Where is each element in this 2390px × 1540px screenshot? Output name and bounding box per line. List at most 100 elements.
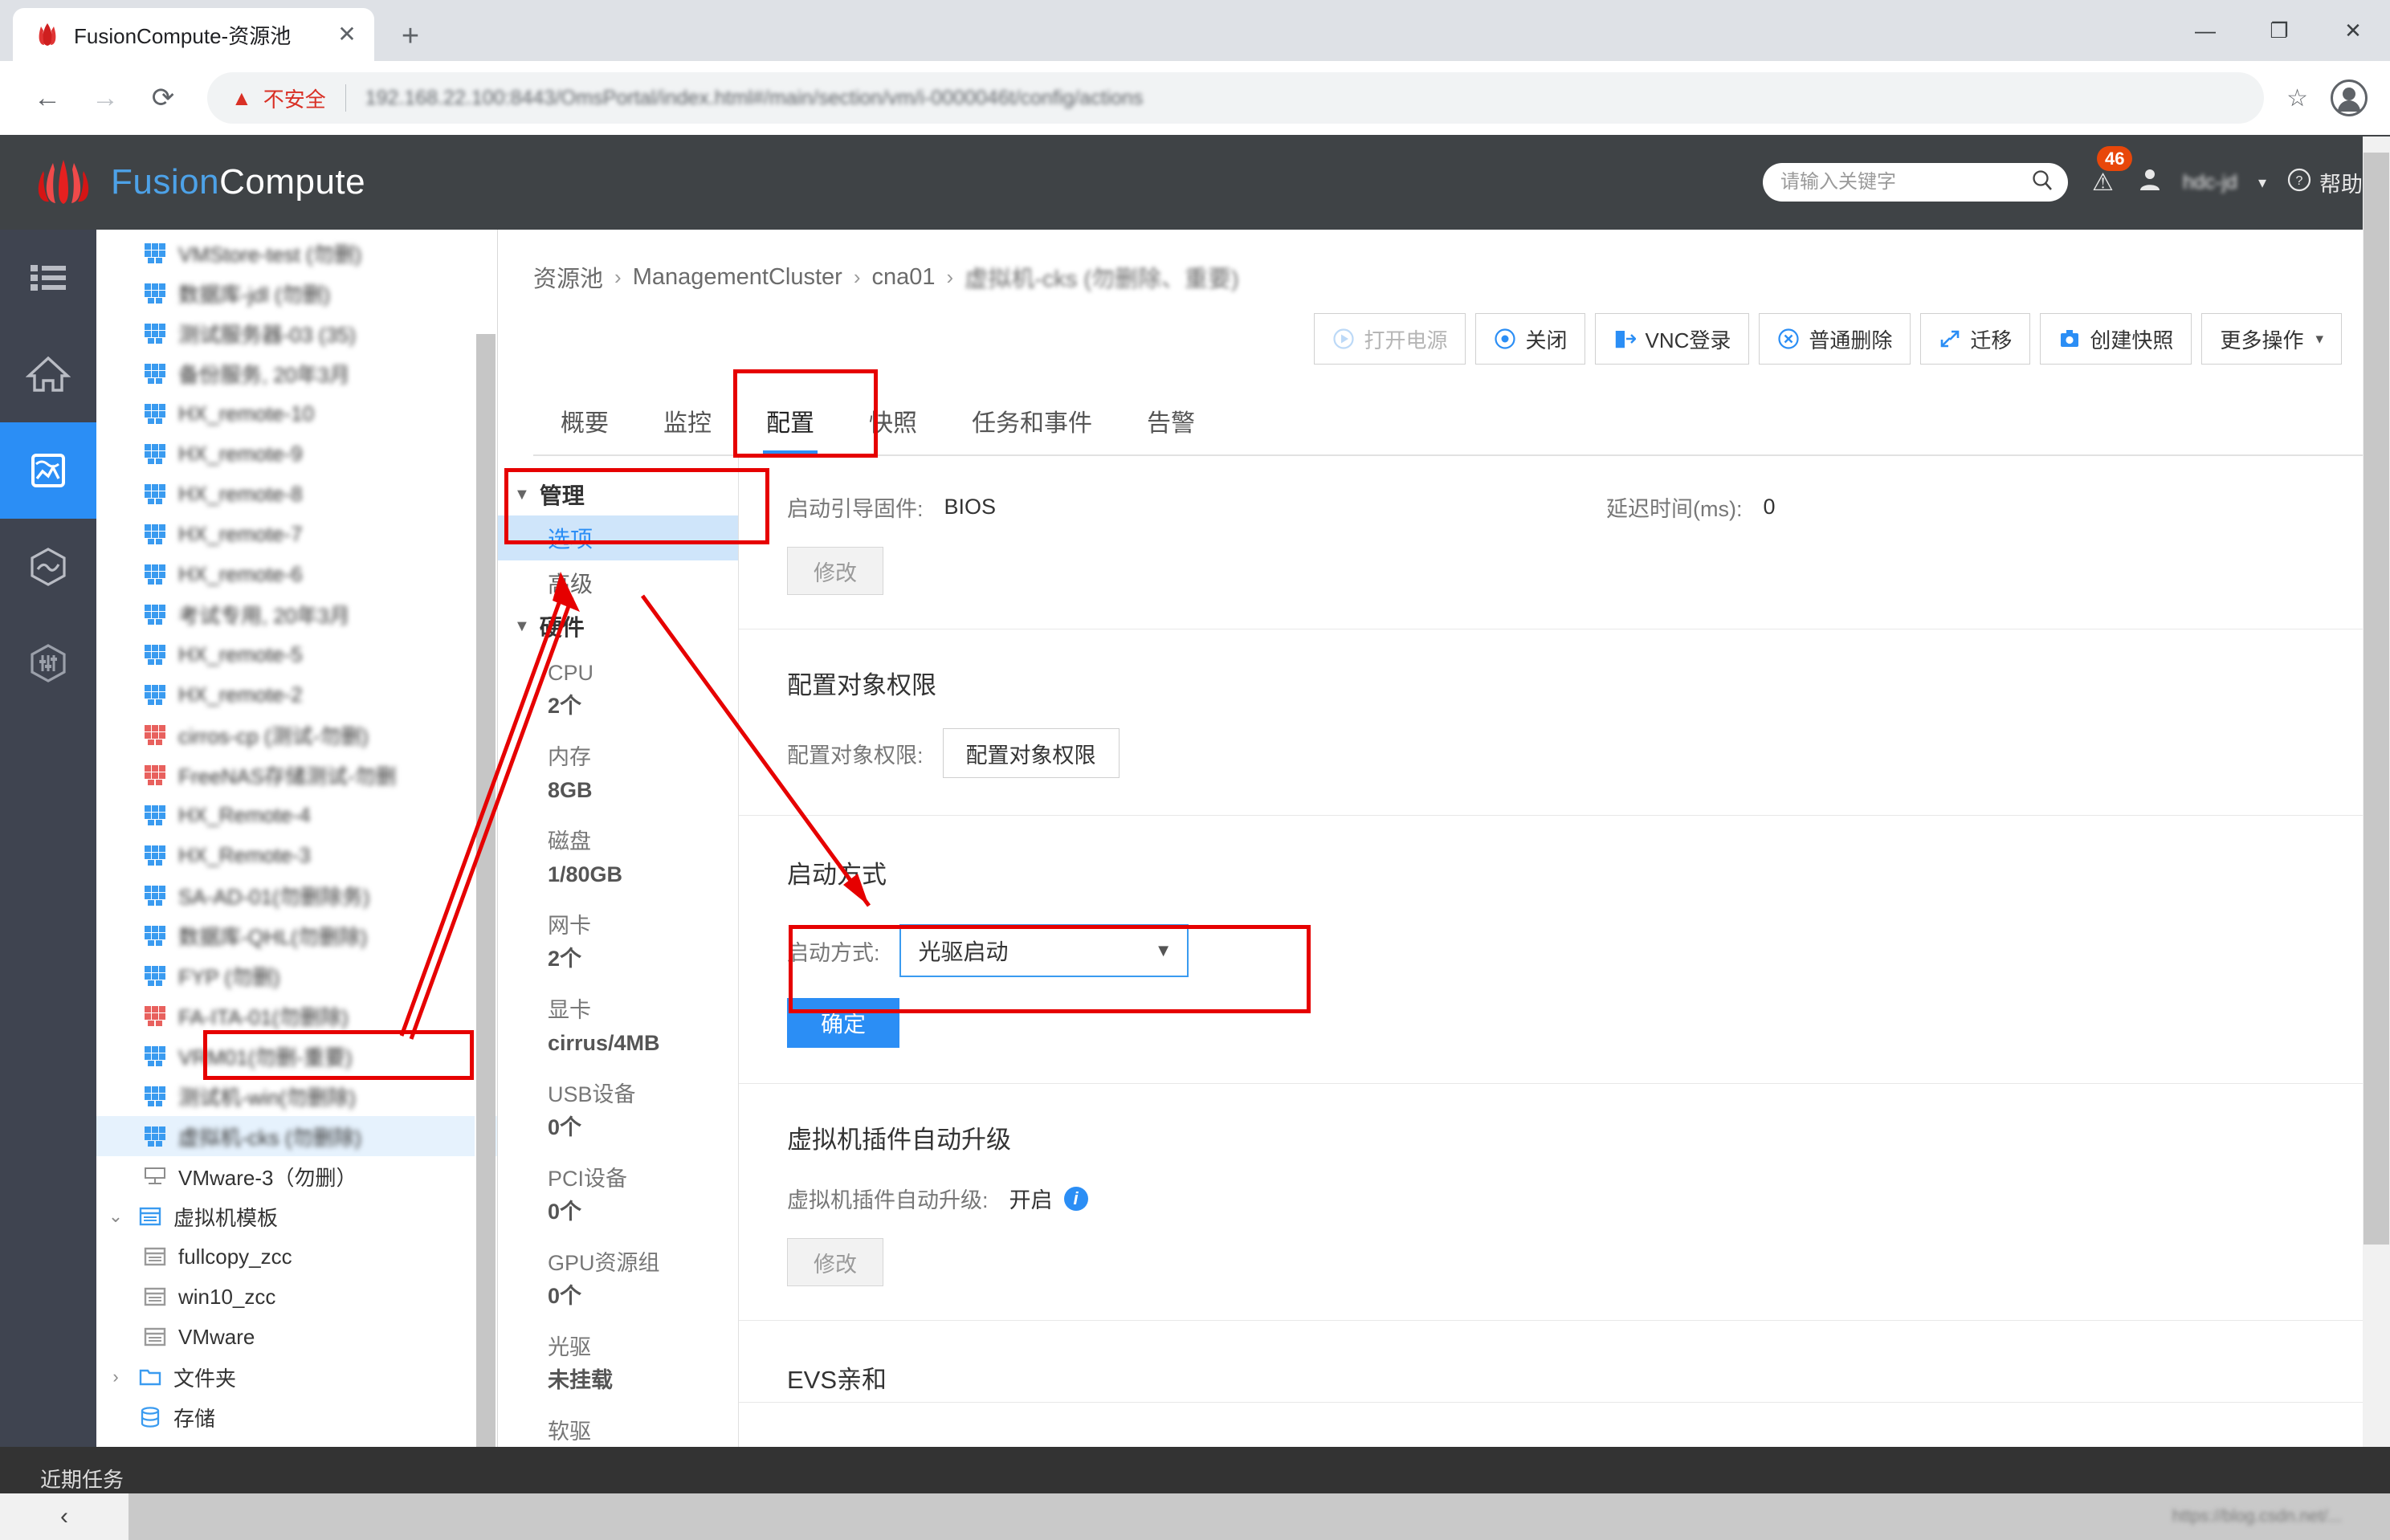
twisty-icon[interactable]: ⌄ [104,1206,127,1227]
info-icon[interactable]: i [1063,1186,1088,1211]
subnav-group-manage[interactable]: ▼ 管理 [498,474,738,515]
forward-icon[interactable]: → [80,73,130,123]
hardware-item[interactable]: 光驱 未挂载 [498,1322,738,1406]
tree-item[interactable]: HX_Remote-3 [96,835,497,875]
close-icon[interactable]: ✕ [331,18,363,51]
search-input[interactable] [1780,171,2031,194]
view-tab[interactable]: 配置 [739,389,842,456]
back-icon[interactable]: ← [22,73,72,123]
tree-item[interactable]: 存储 [96,1397,497,1437]
tree-item[interactable]: FA-ITA-01(勿删除) [96,996,497,1036]
search-icon[interactable] [2031,169,2054,197]
migrate-button[interactable]: 迁移 [1920,313,2031,365]
tree-item[interactable]: FreeNAS存储测试-勿删 [96,755,497,795]
tree-item[interactable]: VRM01(勿删-重要) [96,1036,497,1076]
window-close-icon[interactable]: ✕ [2316,0,2390,61]
vm-blue-icon [141,1084,169,1108]
subnav-item-options[interactable]: 选项 [498,515,738,560]
tree-item[interactable]: 虚拟机-cks (勿删除) [96,1116,497,1156]
maximize-icon[interactable]: ❐ [2242,0,2316,61]
tree-item[interactable]: HX_remote-7 [96,514,497,554]
tree-item[interactable]: HX_Remote-4 [96,795,497,835]
twisty-icon[interactable]: › [104,1367,127,1387]
address-bar[interactable]: ▲ 不安全 192.168.22.100:8443/OmsPortal/inde… [207,72,2265,124]
view-tab[interactable]: 概要 [533,389,636,454]
more-actions-button[interactable]: 更多操作 ▾ [2201,313,2342,365]
search-box[interactable] [1762,163,2068,202]
vm-red-icon [141,1004,169,1028]
view-tab[interactable]: 监控 [636,389,739,454]
chevron-down-icon[interactable]: ▾ [2258,173,2266,193]
tree-item[interactable]: 备份服务, 20年3月 [96,353,497,393]
tree-item[interactable]: ⌄ 虚拟机模板 [96,1196,497,1236]
view-tab[interactable]: 快照 [842,389,944,454]
tree-item[interactable]: VMware [96,1317,497,1357]
power-off-button[interactable]: 关闭 [1475,313,1586,365]
username-label[interactable]: hdc-jd [2183,171,2237,194]
hardware-item[interactable]: 磁盘 1/80GB [498,816,738,900]
storage-blue-icon [137,1405,164,1429]
bookmark-star-icon[interactable]: ☆ [2286,84,2308,112]
hardware-item[interactable]: GPU资源组 0个 [498,1237,738,1322]
rail-item-resource-pool[interactable] [0,422,96,519]
rail-item-monitor[interactable] [0,519,96,615]
tree-item[interactable]: 考试专用, 20年3月 [96,594,497,634]
tree-item[interactable]: FYP (勿删) [96,955,497,996]
tree-item[interactable]: cirros-cp (测试-勿删) [96,715,497,755]
tree-item[interactable]: win10_zcc [96,1277,497,1317]
delete-button[interactable]: 普通删除 [1759,313,1911,365]
vnc-login-button[interactable]: VNC登录 [1595,313,1750,365]
power-on-button[interactable]: 打开电源 [1314,313,1466,365]
hardware-item[interactable]: 内存 8GB [498,731,738,816]
modify-plugin-upgrade-button[interactable]: 修改 [787,1238,883,1286]
minimize-icon[interactable]: — [2168,0,2242,61]
hardware-item[interactable]: PCI设备 0个 [498,1153,738,1237]
tree-vertical-scroll-thumb[interactable] [476,334,496,1482]
tree-item[interactable]: 数据库-jdl (勿删) [96,273,497,313]
browser-profile-avatar[interactable] [2331,79,2368,116]
configure-object-permission-button[interactable]: 配置对象权限 [942,728,1120,778]
new-tab-button[interactable]: + [385,11,435,61]
tree-item[interactable]: VMware-3（勿删） [96,1156,497,1196]
tree-item[interactable]: 测试服务器-03 (35) [96,313,497,353]
confirm-button[interactable]: 确定 [787,998,899,1048]
boot-mode-select[interactable]: 光驱启动 ▼ [899,924,1189,977]
breadcrumb-item-2[interactable]: cna01 [872,264,936,291]
collapse-panel-button[interactable]: ‹ [0,1493,128,1540]
tree-item[interactable]: HX_remote-2 [96,674,497,715]
modify-firmware-button[interactable]: 修改 [787,547,883,595]
tree-item[interactable]: SA-AD-01(勿删除务) [96,875,497,915]
tree-item[interactable]: HX_remote-10 [96,393,497,434]
tree-item[interactable]: 测试机-win(勿删除) [96,1076,497,1116]
subnav-item-advanced[interactable]: 高级 [498,560,738,605]
subnav-group-hardware[interactable]: ▼ 硬件 [498,605,738,647]
tree-item[interactable]: HX_remote-5 [96,634,497,674]
browser-tab[interactable]: FusionCompute-资源池 ✕ [13,8,374,61]
alarm-indicator[interactable]: 46 ⚠ [2089,145,2133,197]
hardware-item[interactable]: 网卡 2个 [498,900,738,984]
snapshot-button[interactable]: 创建快照 [2040,313,2192,365]
view-tab[interactable]: 任务和事件 [944,389,1120,454]
breadcrumb-item-0[interactable]: 资源池 [533,260,603,294]
hardware-item[interactable]: 显卡 cirrus/4MB [498,984,738,1069]
view-tab[interactable]: 告警 [1120,389,1222,454]
page-scrollbar-thumb[interactable] [2363,153,2389,1245]
hardware-item[interactable]: USB设备 0个 [498,1069,738,1153]
tree-item[interactable]: fullcopy_zcc [96,1236,497,1277]
tree-item[interactable]: 数据库-QHL(勿删除) [96,915,497,955]
rail-item-settings[interactable] [0,615,96,711]
breadcrumb-item-1[interactable]: ManagementCluster [633,264,842,291]
alarm-triangle-icon[interactable]: ⚠ [2092,169,2114,196]
recent-tasks-bar[interactable]: 近期任务 [0,1447,2390,1493]
hardware-item[interactable]: CPU 2个 [498,647,738,731]
rail-item-list[interactable] [0,230,96,326]
reload-icon[interactable]: ⟳ [138,73,188,123]
tree-item[interactable]: HX_remote-6 [96,554,497,594]
tree-item[interactable]: VMStore-test (勿删) [96,233,497,273]
tree-item[interactable]: HX_remote-8 [96,474,497,514]
user-avatar-icon[interactable] [2138,167,2162,198]
tree-item[interactable]: HX_remote-9 [96,434,497,474]
rail-item-home[interactable] [0,326,96,422]
tree-item[interactable]: › 文件夹 [96,1357,497,1397]
help-link[interactable]: ? 帮助 [2287,167,2363,198]
